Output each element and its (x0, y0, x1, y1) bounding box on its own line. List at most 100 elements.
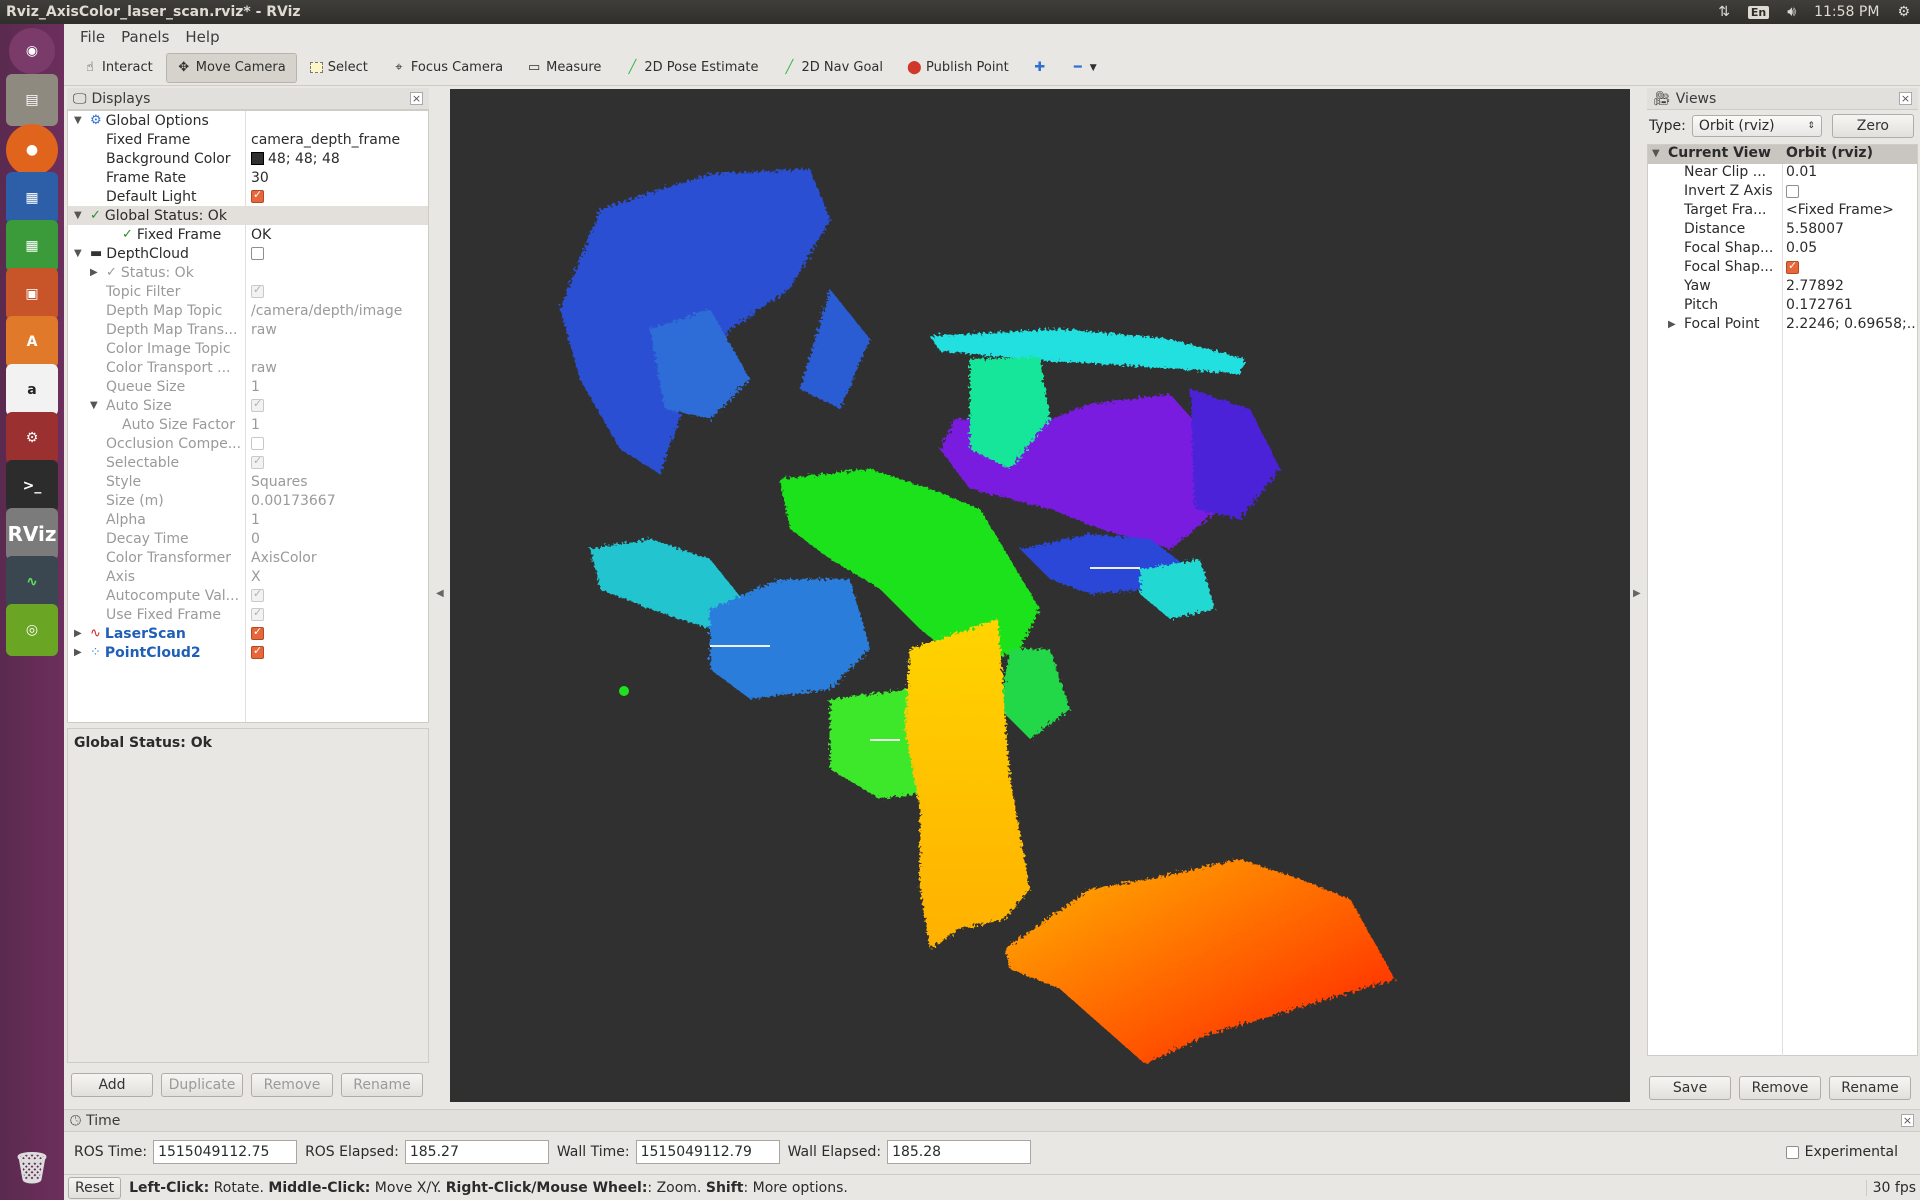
add-display-button[interactable]: Add (71, 1073, 153, 1097)
display-row[interactable]: ▼ ✓ Global Status: Ok (68, 206, 428, 225)
expand-arrow-icon[interactable]: ▶ (90, 267, 102, 278)
display-row[interactable]: ▼ Auto Size (68, 396, 428, 415)
calc-icon[interactable]: ▦ (6, 220, 58, 272)
display-row-checkbox[interactable] (251, 188, 264, 203)
clock[interactable]: 11:58 PM (1814, 4, 1879, 20)
display-row-checkbox[interactable] (251, 283, 264, 298)
display-row-checkbox[interactable] (251, 625, 264, 640)
move-camera-tool-button[interactable]: ✥ Move Camera (165, 52, 297, 83)
amazon-icon[interactable]: a (6, 364, 58, 416)
ros-time-field[interactable]: 1515049112.75 (153, 1140, 298, 1164)
display-row[interactable]: Queue Size 1 (68, 377, 428, 396)
volume-icon[interactable]: 🔊︎ (1787, 4, 1796, 20)
zero-view-button[interactable]: Zero (1831, 114, 1914, 138)
display-row-value[interactable]: 1 (251, 417, 260, 433)
display-row-value[interactable] (251, 454, 264, 469)
display-row-checkbox[interactable] (251, 587, 264, 602)
view-property-row[interactable]: Invert Z Axis (1648, 183, 1917, 202)
display-row-value[interactable]: camera_depth_frame (251, 132, 400, 148)
collapse-right-icon[interactable]: ▶ (1633, 588, 1641, 599)
display-row-value[interactable] (251, 587, 264, 602)
display-row-value[interactable]: X (251, 569, 261, 585)
render-viewport[interactable] (450, 89, 1630, 1102)
display-row[interactable]: Decay Time 0 (68, 529, 428, 548)
view-property-value[interactable]: 5.58007 (1786, 221, 1916, 237)
display-row-value[interactable]: raw (251, 322, 277, 338)
display-row-value[interactable]: 1 (251, 379, 260, 395)
display-row-value[interactable] (251, 247, 264, 260)
display-row-value[interactable] (251, 644, 264, 659)
rename-view-button[interactable]: Rename (1829, 1076, 1911, 1100)
view-property-row[interactable]: Near Clip ... 0.01 (1648, 164, 1917, 183)
current-view-row[interactable]: ▼ Current View Orbit (rviz) (1648, 145, 1917, 164)
publish-point-tool-button[interactable]: ⬤ Publish Point (896, 53, 1020, 83)
display-row-checkbox[interactable] (251, 437, 264, 450)
keyboard-layout-indicator[interactable]: En (1747, 5, 1770, 19)
display-row[interactable]: Depth Map Topic/camera/depth/image (68, 301, 428, 320)
system-settings-icon[interactable]: ⚙ (6, 412, 58, 464)
display-row[interactable]: ▶ ✓ Status: Ok (68, 263, 428, 282)
display-row-value[interactable]: 1 (251, 512, 260, 528)
duplicate-display-button[interactable]: Duplicate (161, 1073, 243, 1097)
menu-help[interactable]: Help (179, 28, 225, 46)
display-row[interactable]: Color Transformer AxisColor (68, 548, 428, 567)
display-row[interactable]: Auto Size Factor 1 (68, 415, 428, 434)
display-row-value[interactable]: 0.00173667 (251, 493, 336, 509)
view-property-value[interactable]: 2.77892 (1786, 278, 1916, 294)
impress-icon[interactable]: ▣ (6, 268, 58, 320)
close-icon[interactable]: × (410, 92, 423, 105)
writer-icon[interactable]: ▦ (6, 172, 58, 224)
menu-panels[interactable]: Panels (115, 28, 175, 46)
software-center-icon[interactable]: A (6, 316, 58, 368)
interact-tool-button[interactable]: ☝ Interact (72, 53, 164, 83)
display-row[interactable]: ▶ ∿ LaserScan (68, 624, 428, 643)
focus-camera-tool-button[interactable]: ⌖ Focus Camera (381, 53, 514, 83)
display-row-value[interactable] (251, 625, 264, 640)
settings-gear-icon[interactable]: ⚙ (1897, 4, 1910, 20)
measure-tool-button[interactable]: ▭ Measure (516, 53, 612, 83)
view-property-value[interactable]: 0.05 (1786, 240, 1916, 256)
expand-arrow-icon[interactable]: ▶ (74, 647, 86, 658)
expand-arrow-icon[interactable]: ▶ (1668, 319, 1680, 330)
display-row[interactable]: Fixed Frame camera_depth_frame (68, 130, 428, 149)
display-row[interactable]: Background Color 48; 48; 48 (68, 149, 428, 168)
display-row[interactable]: ▼ ⚙ Global Options (68, 111, 428, 130)
display-row-value[interactable]: Squares (251, 474, 308, 490)
rename-display-button[interactable]: Rename (341, 1073, 423, 1097)
display-row[interactable]: Style Squares (68, 472, 428, 491)
remove-display-button[interactable]: Remove (251, 1073, 333, 1097)
nav-goal-tool-button[interactable]: ╱ 2D Nav Goal (771, 53, 894, 83)
display-row-checkbox[interactable] (251, 247, 264, 260)
view-property-value[interactable] (1786, 183, 1916, 199)
display-row-value[interactable] (251, 606, 264, 621)
display-row-value[interactable] (251, 283, 264, 298)
view-property-value[interactable]: <Fixed Frame> (1786, 202, 1916, 218)
view-property-value[interactable]: 0.172761 (1786, 297, 1916, 313)
collapse-arrow-icon[interactable]: ▼ (74, 210, 86, 221)
display-row-checkbox[interactable] (251, 397, 264, 412)
view-property-checkbox[interactable] (1786, 259, 1799, 274)
view-property-row[interactable]: Target Fra... <Fixed Frame> (1648, 202, 1917, 221)
collapse-arrow-icon[interactable]: ▼ (74, 248, 86, 259)
display-row-checkbox[interactable] (251, 644, 264, 659)
display-row[interactable]: Frame Rate 30 (68, 168, 428, 187)
display-row[interactable]: Alpha 1 (68, 510, 428, 529)
close-icon[interactable]: × (1899, 92, 1912, 105)
display-row[interactable]: Axis X (68, 567, 428, 586)
terminal-icon[interactable]: >_ (6, 460, 58, 512)
view-property-row[interactable]: Focal Shap... (1648, 259, 1917, 278)
view-property-row[interactable]: ▶ Focal Point 2.2246; 0.69658;... (1648, 316, 1917, 335)
display-row-value[interactable] (251, 397, 264, 412)
display-row-value[interactable]: OK (251, 227, 271, 243)
ros-elapsed-field[interactable]: 185.27 (404, 1140, 549, 1164)
display-row-checkbox[interactable] (251, 606, 264, 621)
view-property-value[interactable]: 0.01 (1786, 164, 1916, 180)
pose-estimate-tool-button[interactable]: ╱ 2D Pose Estimate (614, 53, 769, 83)
collapse-arrow-icon[interactable]: ▼ (90, 400, 102, 411)
remove-tool-button[interactable]: ━ ▼ (1060, 53, 1108, 83)
dash-home-icon[interactable]: ◉ (9, 28, 55, 74)
view-property-value[interactable]: 2.2246; 0.69658;... (1786, 316, 1916, 332)
view-property-value[interactable] (1786, 259, 1916, 275)
display-row-value[interactable]: raw (251, 360, 277, 376)
wall-time-field[interactable]: 1515049112.79 (635, 1140, 780, 1164)
